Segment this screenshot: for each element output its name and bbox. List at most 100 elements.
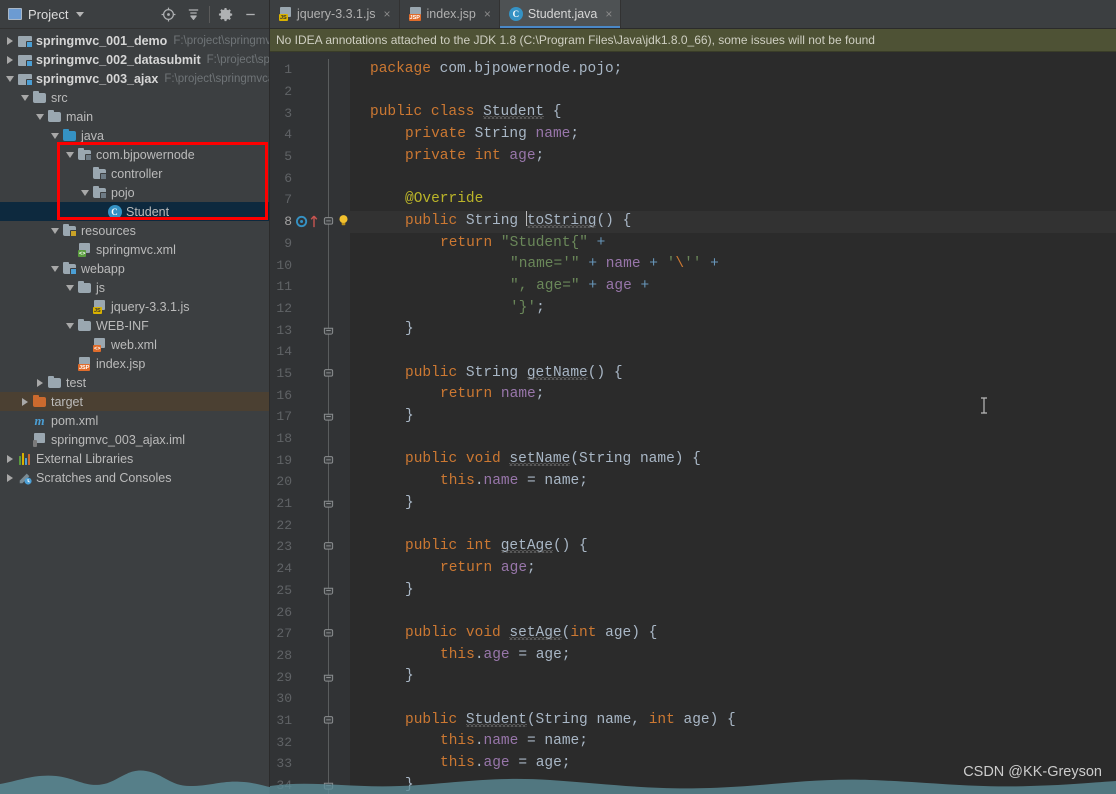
code-line-32[interactable]: this.name = name; — [350, 731, 1116, 753]
code-line-28[interactable]: this.age = age; — [350, 645, 1116, 667]
gutter-line-13[interactable]: 13 — [270, 319, 350, 341]
collapse-arrow-icon[interactable] — [78, 183, 91, 202]
gutter-line-12[interactable]: 12 — [270, 298, 350, 320]
editor-tab-student-java[interactable]: C Student.java × — [499, 0, 622, 28]
tree-node-pojo[interactable]: pojo — [0, 183, 269, 202]
tree-node-pom-xml[interactable]: m pom.xml — [0, 411, 269, 430]
code-fold-icon[interactable] — [323, 455, 334, 466]
tree-node-main[interactable]: main — [0, 107, 269, 126]
code-fold-icon[interactable] — [323, 628, 334, 639]
code-line-20[interactable]: this.name = name; — [350, 471, 1116, 493]
code-fold-end-icon[interactable] — [323, 325, 334, 336]
code-line-15[interactable]: public String getName() { — [350, 363, 1116, 385]
collapse-all-icon[interactable] — [181, 2, 206, 27]
collapse-arrow-icon[interactable] — [63, 278, 76, 297]
gutter-line-17[interactable]: 17 — [270, 406, 350, 428]
gutter-line-23[interactable]: 23 — [270, 536, 350, 558]
locate-target-icon[interactable] — [156, 2, 181, 27]
tree-node-test[interactable]: test — [0, 373, 269, 392]
code-editor[interactable]: 1 2 3 4 5 6 7 8 9 10 11 12 13 14 15 16 17 18 19 20 21 22 23 24 2… — [270, 52, 1116, 794]
gutter-line-3[interactable]: 3 — [270, 102, 350, 124]
code-line-26[interactable] — [350, 601, 1116, 623]
editor-tab-index-jsp[interactable]: JSP index.jsp × — [400, 0, 500, 28]
gutter-line-5[interactable]: 5 — [270, 146, 350, 168]
gutter-line-26[interactable]: 26 — [270, 601, 350, 623]
code-line-5[interactable]: private int age; — [350, 146, 1116, 168]
tab-close-icon[interactable]: × — [605, 7, 612, 21]
code-line-27[interactable]: public void setAge(int age) { — [350, 623, 1116, 645]
gutter-line-33[interactable]: 33 — [270, 753, 350, 775]
code-content[interactable]: package com.bjpowernode.pojo; public cla… — [350, 52, 1116, 794]
override-method-icon[interactable] — [296, 215, 318, 228]
code-line-16[interactable]: return name; — [350, 384, 1116, 406]
collapse-arrow-icon[interactable] — [63, 145, 76, 164]
editor-tab-bar[interactable]: JS jquery-3.3.1.js × JSP index.jsp × C Student.… — [270, 0, 1116, 29]
tree-node-springmvc-002-datasubmit[interactable]: springmvc_002_datasubmit F:\project\spr — [0, 50, 269, 69]
gutter-line-34[interactable]: 34 — [270, 775, 350, 794]
gutter-line-21[interactable]: 21 — [270, 493, 350, 515]
minimize-icon[interactable] — [238, 2, 263, 27]
tree-node-index-jsp[interactable]: JSP index.jsp — [0, 354, 269, 373]
chevron-down-icon[interactable] — [76, 11, 85, 17]
code-line-11[interactable]: ", age=" + age + — [350, 276, 1116, 298]
gutter-line-8[interactable]: 8 — [270, 211, 350, 233]
gutter-line-4[interactable]: 4 — [270, 124, 350, 146]
expand-arrow-icon[interactable] — [3, 50, 16, 69]
project-title-group[interactable]: Project — [8, 7, 85, 22]
gutter-line-22[interactable]: 22 — [270, 514, 350, 536]
gutter-line-20[interactable]: 20 — [270, 471, 350, 493]
code-line-25[interactable]: } — [350, 580, 1116, 602]
code-line-23[interactable]: public int getAge() { — [350, 536, 1116, 558]
collapse-arrow-icon[interactable] — [48, 221, 61, 240]
expand-arrow-icon[interactable] — [3, 31, 16, 50]
code-line-21[interactable]: } — [350, 493, 1116, 515]
code-line-2[interactable] — [350, 81, 1116, 103]
tree-node-springmvc-xml[interactable]: <> springmvc.xml — [0, 240, 269, 259]
tree-node-com-bjpowernode[interactable]: com.bjpowernode — [0, 145, 269, 164]
collapse-arrow-icon[interactable] — [48, 126, 61, 145]
editor-gutter[interactable]: 1 2 3 4 5 6 7 8 9 10 11 12 13 14 15 16 17 18 19 20 21 22 23 24 2… — [270, 52, 350, 794]
code-line-10[interactable]: "name='" + name + '\'' + — [350, 254, 1116, 276]
gutter-line-11[interactable]: 11 — [270, 276, 350, 298]
code-line-19[interactable]: public void setName(String name) { — [350, 449, 1116, 471]
gutter-line-30[interactable]: 30 — [270, 688, 350, 710]
expand-arrow-icon[interactable] — [3, 449, 16, 468]
expand-arrow-icon[interactable] — [18, 392, 31, 411]
tree-node-web-xml[interactable]: <> web.xml — [0, 335, 269, 354]
collapse-arrow-icon[interactable] — [18, 88, 31, 107]
tree-node-src[interactable]: src — [0, 88, 269, 107]
code-line-9[interactable]: return "Student{" + — [350, 233, 1116, 255]
gutter-line-27[interactable]: 27 — [270, 623, 350, 645]
code-line-29[interactable]: } — [350, 666, 1116, 688]
gutter-line-6[interactable]: 6 — [270, 167, 350, 189]
tree-node-controller[interactable]: controller — [0, 164, 269, 183]
tree-node-resources[interactable]: resources — [0, 221, 269, 240]
tree-node-springmvc-001-demo[interactable]: springmvc_001_demo F:\project\springmv — [0, 31, 269, 50]
tree-node-scratches-and-consoles[interactable]: Scratches and Consoles — [0, 468, 269, 487]
gutter-line-25[interactable]: 25 — [270, 580, 350, 602]
gutter-line-18[interactable]: 18 — [270, 428, 350, 450]
tree-node-target[interactable]: target — [0, 392, 269, 411]
gutter-line-14[interactable]: 14 — [270, 341, 350, 363]
tree-node-js[interactable]: js — [0, 278, 269, 297]
code-fold-end-icon[interactable] — [323, 780, 334, 791]
code-fold-icon[interactable] — [323, 541, 334, 552]
code-line-7[interactable]: @Override — [350, 189, 1116, 211]
gutter-line-19[interactable]: 19 — [270, 449, 350, 471]
gutter-line-10[interactable]: 10 — [270, 254, 350, 276]
code-line-3[interactable]: public class Student { — [350, 102, 1116, 124]
code-line-22[interactable] — [350, 514, 1116, 536]
code-fold-end-icon[interactable] — [323, 411, 334, 422]
expand-arrow-icon[interactable] — [33, 373, 46, 392]
tree-node-student[interactable]: C Student — [0, 202, 269, 221]
collapse-arrow-icon[interactable] — [3, 69, 16, 88]
code-line-17[interactable]: } — [350, 406, 1116, 428]
collapse-arrow-icon[interactable] — [33, 107, 46, 126]
tree-node-web-inf[interactable]: WEB-INF — [0, 316, 269, 335]
gutter-line-24[interactable]: 24 — [270, 558, 350, 580]
gutter-line-28[interactable]: 28 — [270, 645, 350, 667]
tab-close-icon[interactable]: × — [384, 7, 391, 21]
code-line-14[interactable] — [350, 341, 1116, 363]
collapse-arrow-icon[interactable] — [48, 259, 61, 278]
code-fold-end-icon[interactable] — [323, 585, 334, 596]
